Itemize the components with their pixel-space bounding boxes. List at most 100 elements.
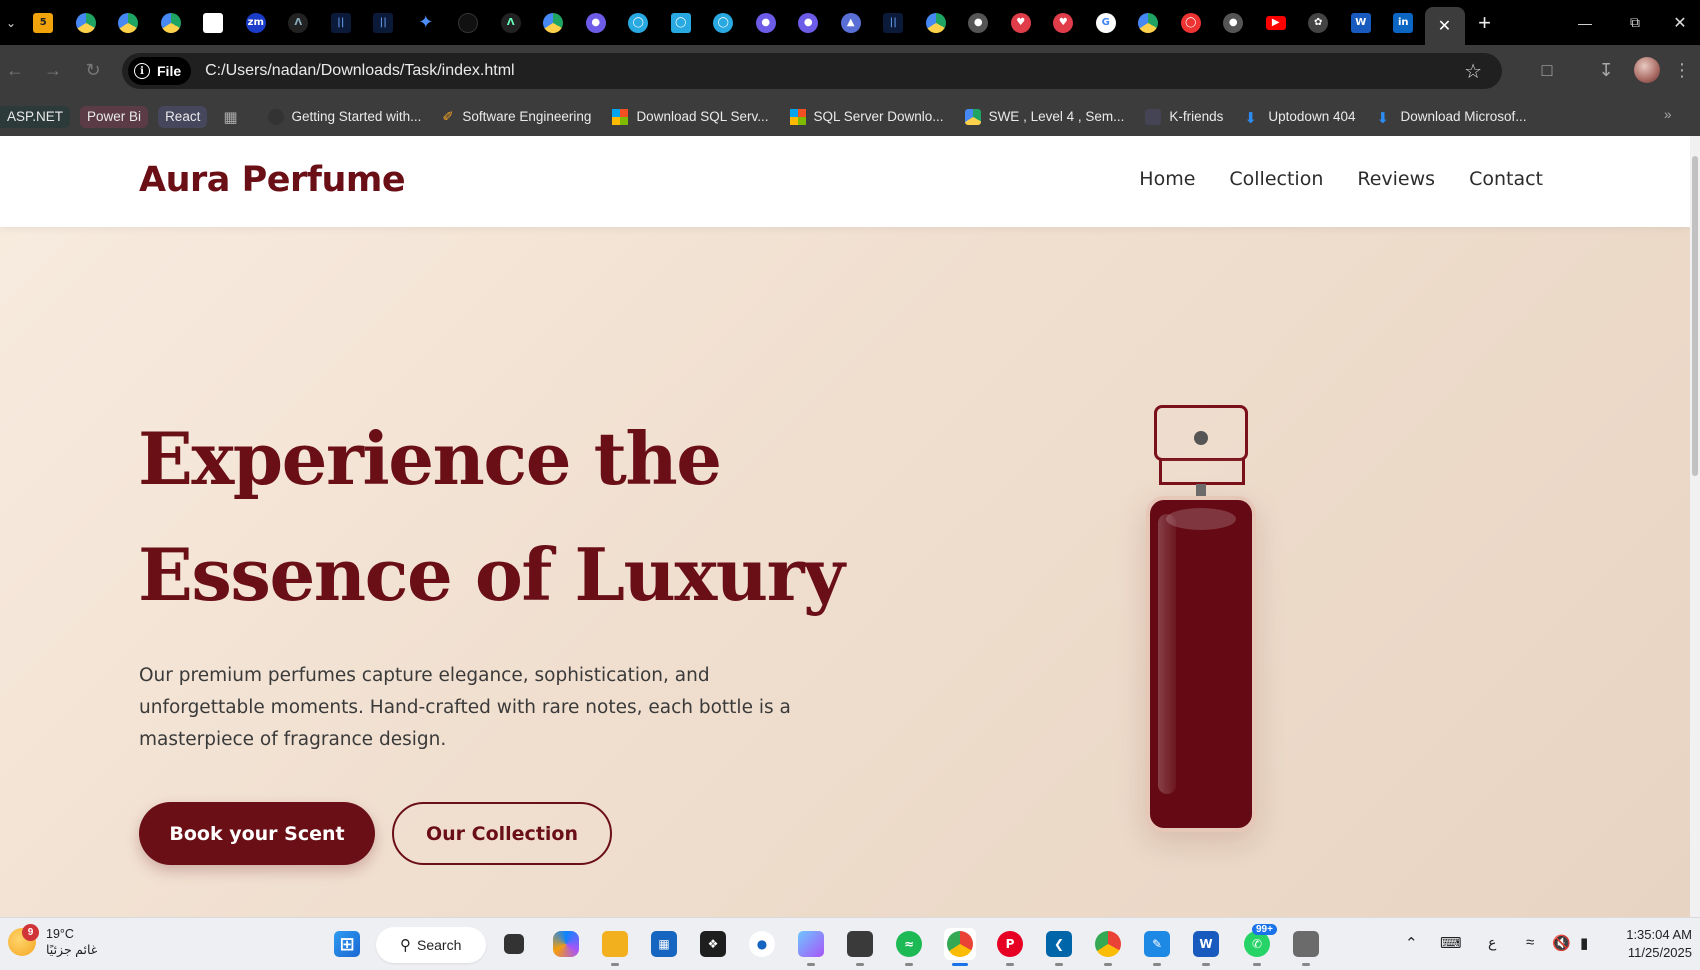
- bookmark-item[interactable]: ⬇ Download Microsof...: [1376, 109, 1526, 127]
- taskbar-app[interactable]: ✎: [1141, 928, 1173, 966]
- keyboard-icon[interactable]: ⌨: [1440, 934, 1462, 952]
- taskbar-app[interactable]: W: [1190, 928, 1222, 966]
- tab[interactable]: W: [1340, 0, 1383, 45]
- tab[interactable]: Λ: [490, 0, 533, 45]
- taskbar-app[interactable]: P: [994, 928, 1026, 966]
- bookmark-item[interactable]: ⬇ Uptodown 404: [1244, 109, 1355, 127]
- taskbar-app[interactable]: [1092, 928, 1124, 966]
- tab[interactable]: ●: [787, 0, 830, 45]
- weather-widget[interactable]: 9 19°C غائم جزئيًا: [8, 924, 97, 958]
- tab[interactable]: ●: [1212, 0, 1255, 45]
- start-button[interactable]: ⊞: [331, 928, 363, 960]
- page-scrollbar[interactable]: [1690, 136, 1700, 917]
- tray-chevron-icon[interactable]: ⌃: [1405, 934, 1418, 952]
- tab[interactable]: Λ: [277, 0, 320, 45]
- nav-link-home[interactable]: Home: [1139, 168, 1195, 190]
- tab[interactable]: ✦: [405, 0, 448, 45]
- more-menu-icon[interactable]: ⋮: [1670, 55, 1694, 85]
- tab[interactable]: ◯: [702, 0, 745, 45]
- bookmark-item[interactable]: Getting Started with...: [267, 108, 421, 125]
- tab[interactable]: [915, 0, 958, 45]
- scrollbar-thumb[interactable]: [1692, 156, 1698, 476]
- bookmark-tag[interactable]: Power Bi: [80, 105, 149, 128]
- more-bookmarks-icon[interactable]: »: [1664, 107, 1672, 122]
- bookmark-item[interactable]: SWE , Level 4 , Sem...: [964, 108, 1124, 125]
- forward-arrow-icon[interactable]: →: [38, 55, 68, 85]
- taskbar-app[interactable]: ❖: [697, 928, 729, 960]
- bookmark-star-icon[interactable]: ☆: [1464, 59, 1482, 84]
- new-tab-button[interactable]: +: [1465, 0, 1505, 45]
- site-logo[interactable]: Aura Perfume: [139, 160, 406, 200]
- tab[interactable]: [150, 0, 193, 45]
- tab[interactable]: ▶: [1255, 0, 1298, 45]
- taskbar-app[interactable]: ●: [746, 928, 778, 960]
- apps-grid-icon[interactable]: ▦: [223, 108, 237, 126]
- wifi-icon[interactable]: ≈: [1526, 934, 1534, 951]
- taskbar-app[interactable]: [599, 928, 631, 966]
- restore-icon[interactable]: ⧉: [1610, 0, 1660, 45]
- bookmark-tag[interactable]: React: [158, 105, 208, 128]
- language-indicator[interactable]: ع: [1488, 934, 1496, 951]
- tab[interactable]: [192, 0, 235, 45]
- mute-icon[interactable]: 🔇: [1552, 934, 1571, 952]
- tab[interactable]: ◯: [1170, 0, 1213, 45]
- bookmark-tag[interactable]: ASP.NET: [0, 105, 71, 128]
- tab[interactable]: G: [1085, 0, 1128, 45]
- tab[interactable]: ||: [872, 0, 915, 45]
- taskbar-app[interactable]: ❮: [1043, 928, 1075, 966]
- download-icon[interactable]: ↧: [1591, 55, 1621, 85]
- minimize-icon[interactable]: —: [1560, 0, 1610, 45]
- system-clock[interactable]: 1:35:04 AM 11/25/2025: [1614, 926, 1692, 962]
- close-icon[interactable]: ✕: [1438, 16, 1451, 36]
- tab[interactable]: ♥: [1042, 0, 1085, 45]
- active-tab[interactable]: ✕: [1424, 7, 1465, 45]
- tab[interactable]: [1127, 0, 1170, 45]
- tab-search-chevron-icon[interactable]: ⌄: [0, 0, 22, 45]
- nav-link-collection[interactable]: Collection: [1229, 168, 1323, 190]
- our-collection-button[interactable]: Our Collection: [392, 802, 612, 865]
- bookmark-item[interactable]: ✐ Software Engineering: [442, 109, 591, 125]
- tab[interactable]: zm: [235, 0, 278, 45]
- tab[interactable]: ||: [362, 0, 405, 45]
- taskbar-app[interactable]: ▦: [648, 928, 680, 960]
- bookmark-label: Download SQL Serv...: [636, 109, 769, 124]
- battery-icon[interactable]: ▮: [1580, 934, 1588, 952]
- extensions-icon[interactable]: □: [1532, 55, 1562, 85]
- window-close-icon[interactable]: ✕: [1655, 0, 1700, 45]
- bookmark-item[interactable]: Download SQL Serv...: [612, 108, 769, 125]
- book-scent-button[interactable]: Book your Scent: [139, 802, 375, 865]
- tab[interactable]: ♥: [1000, 0, 1043, 45]
- profile-avatar[interactable]: [1634, 57, 1660, 83]
- tab[interactable]: [447, 0, 490, 45]
- tab[interactable]: [65, 0, 108, 45]
- tab[interactable]: ◯: [617, 0, 660, 45]
- tab[interactable]: ●: [957, 0, 1000, 45]
- address-bar[interactable]: i File C:/Users/nadan/Downloads/Task/ind…: [122, 53, 1502, 89]
- nav-link-reviews[interactable]: Reviews: [1357, 168, 1435, 190]
- taskbar-app[interactable]: [1290, 928, 1322, 966]
- taskbar-app[interactable]: [844, 928, 876, 966]
- taskbar-app-active[interactable]: [944, 928, 976, 966]
- taskbar-app[interactable]: [795, 928, 827, 966]
- taskbar-app[interactable]: ≈: [893, 928, 925, 966]
- tab[interactable]: ✿: [1297, 0, 1340, 45]
- reload-icon[interactable]: ↻: [78, 55, 108, 85]
- url-text[interactable]: C:/Users/nadan/Downloads/Task/index.html: [205, 62, 514, 80]
- bookmark-item[interactable]: K-friends: [1145, 108, 1223, 125]
- back-arrow-icon[interactable]: ←: [0, 55, 30, 85]
- bookmark-item[interactable]: SQL Server Downlo...: [789, 108, 944, 125]
- taskbar-search[interactable]: ⚲ Search: [376, 927, 486, 963]
- tab[interactable]: ||: [320, 0, 363, 45]
- tab[interactable]: 5: [22, 0, 65, 45]
- tab[interactable]: in: [1382, 0, 1425, 45]
- tab[interactable]: ●: [575, 0, 618, 45]
- tab[interactable]: [107, 0, 150, 45]
- nav-link-contact[interactable]: Contact: [1469, 168, 1543, 190]
- tab[interactable]: ▲: [830, 0, 873, 45]
- tab[interactable]: ●: [745, 0, 788, 45]
- taskbar-app[interactable]: [550, 928, 582, 960]
- tab[interactable]: ◯: [660, 0, 703, 45]
- site-info-chip[interactable]: i File: [128, 57, 192, 85]
- tab[interactable]: [532, 0, 575, 45]
- task-view-button[interactable]: [498, 928, 530, 960]
